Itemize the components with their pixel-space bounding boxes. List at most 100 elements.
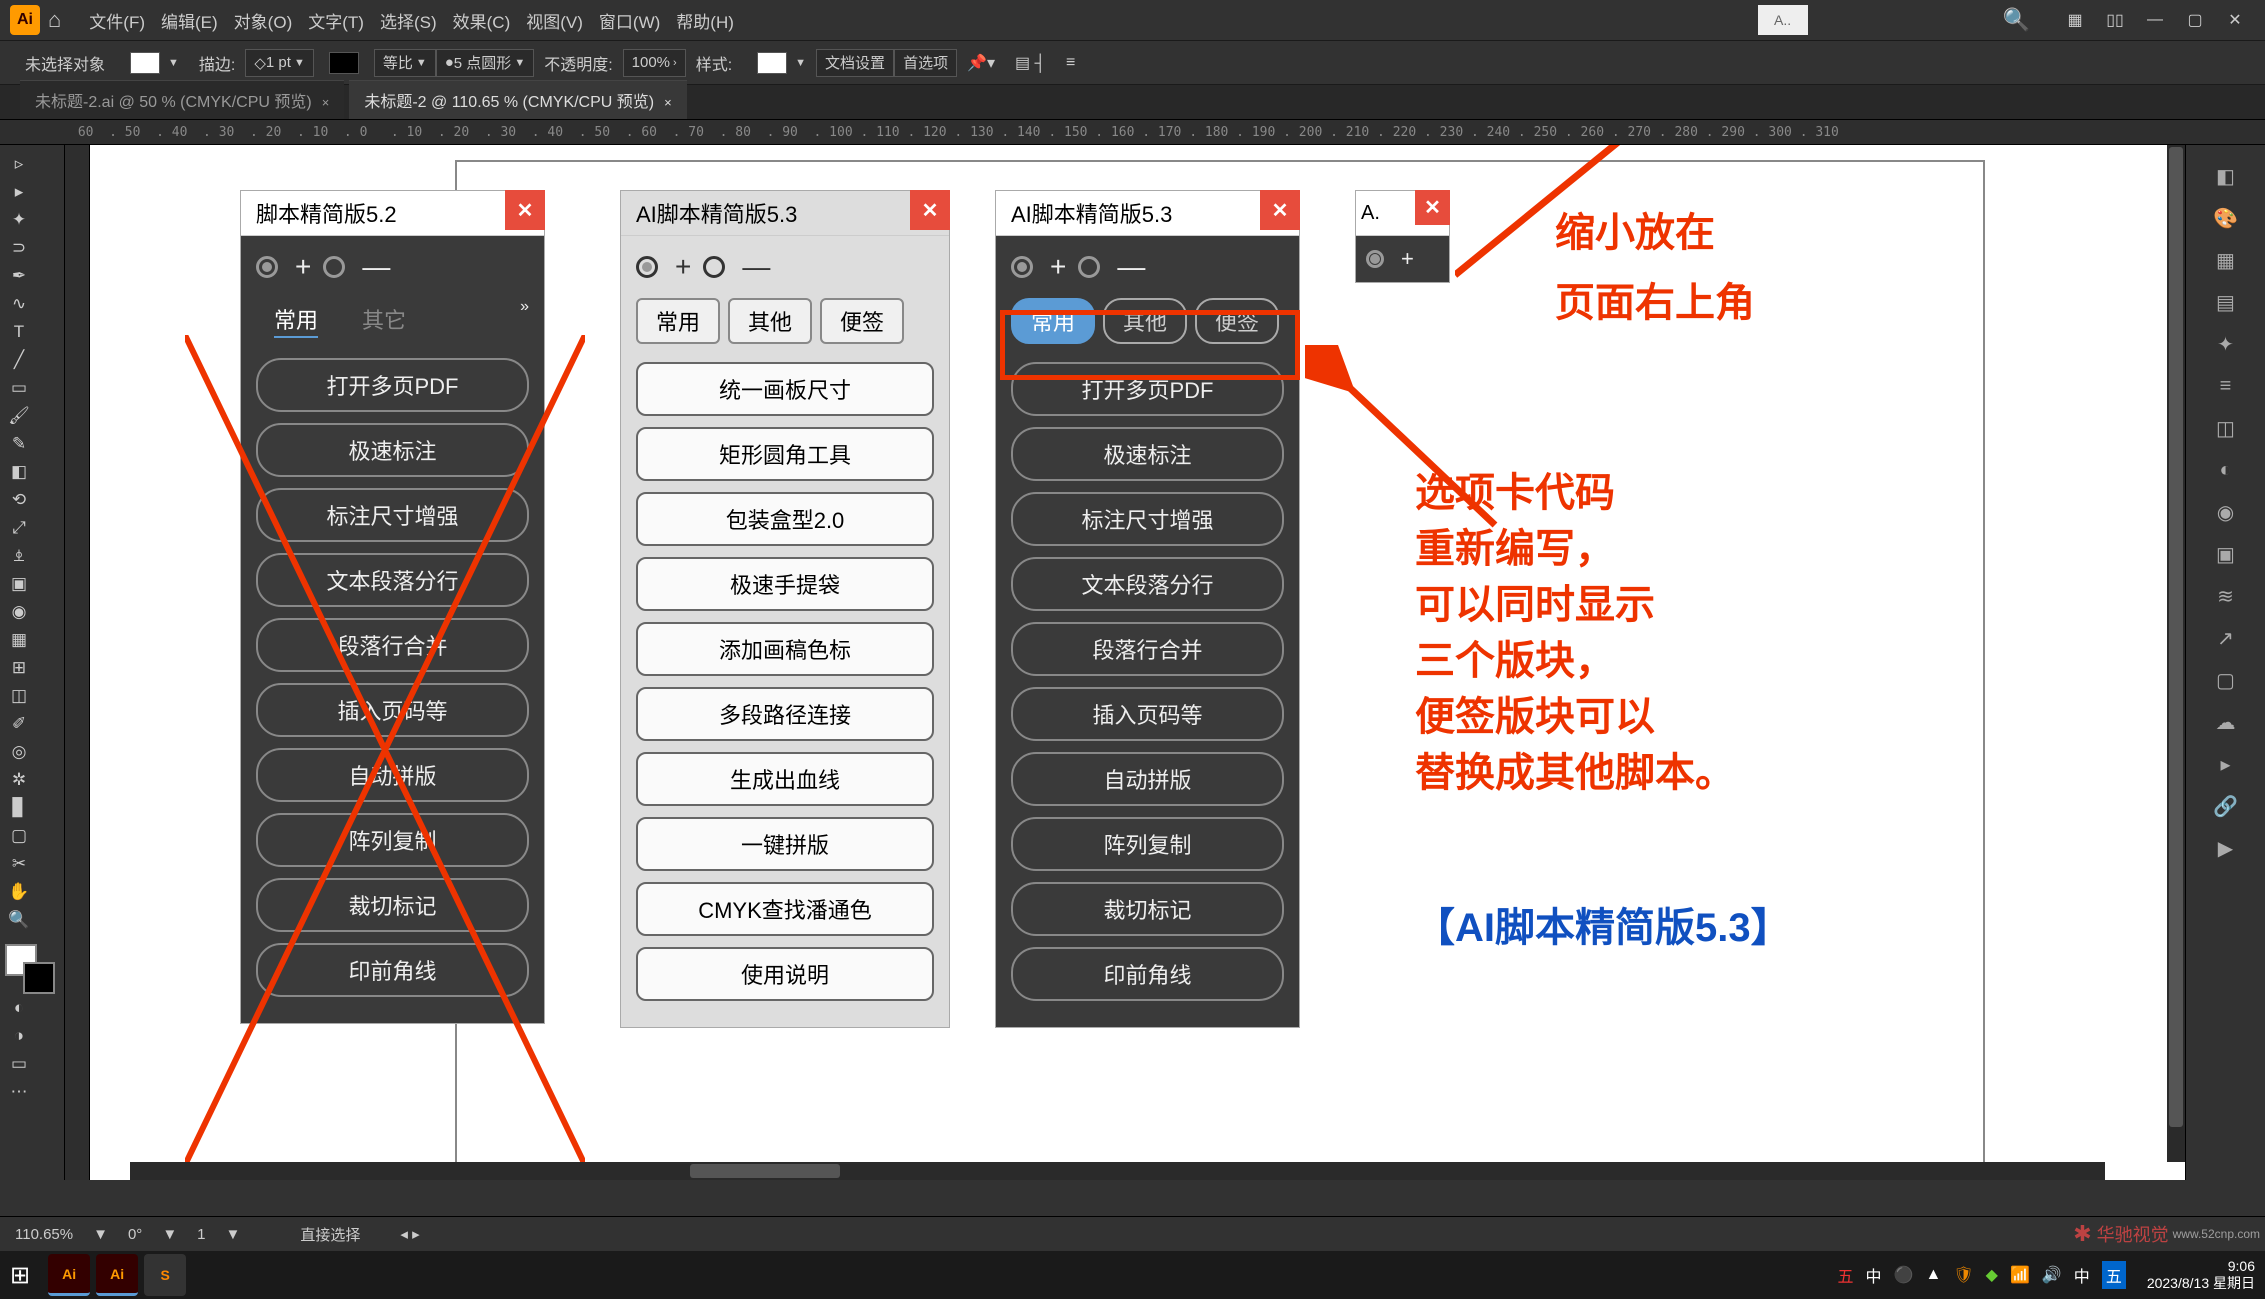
- radio-off[interactable]: [1078, 256, 1100, 278]
- workspace-button[interactable]: ▦: [2060, 5, 2090, 35]
- btn-text-split[interactable]: 文本段落分行: [256, 553, 529, 607]
- tray-icon[interactable]: 📶: [2010, 1265, 2030, 1285]
- curvature-tool[interactable]: ∿: [6, 291, 32, 317]
- btn-page-num[interactable]: 插入页码等: [256, 683, 529, 737]
- slice-tool[interactable]: ✂: [6, 851, 32, 877]
- close-icon[interactable]: ✕: [505, 190, 545, 230]
- radio-off[interactable]: [703, 256, 725, 278]
- volume-icon[interactable]: 🔊: [2042, 1265, 2062, 1285]
- taskbar-app-ai2[interactable]: Ai: [96, 1254, 138, 1296]
- btn-fast-mark[interactable]: 极速标注: [1011, 427, 1284, 481]
- direct-select-tool[interactable]: ▸: [6, 179, 32, 205]
- doc-setup-button[interactable]: 文档设置: [816, 49, 894, 77]
- mini-panel-button[interactable]: A..: [1758, 5, 1808, 35]
- menu-view[interactable]: 视图(V): [526, 8, 583, 33]
- radio-on[interactable]: [636, 256, 658, 278]
- menu-help[interactable]: 帮助(H): [676, 8, 734, 33]
- system-tray[interactable]: 五 中 ⚫ ▲ 🛡 ◆ 📶 🔊 中 五 9:06 2023/8/13 星期日: [1832, 1258, 2255, 1292]
- symbol-tool[interactable]: ✲: [6, 767, 32, 793]
- prefs-button[interactable]: 首选项: [894, 49, 957, 77]
- zoom-value[interactable]: 110.65%: [15, 1226, 73, 1243]
- tab-other[interactable]: 其他: [728, 298, 812, 344]
- tray-icon[interactable]: 🛡: [1953, 1265, 1973, 1285]
- draw-mode[interactable]: ◑: [6, 1023, 32, 1049]
- clock[interactable]: 9:06 2023/8/13 星期日: [2147, 1258, 2255, 1292]
- links-icon[interactable]: 🔗: [2209, 789, 2243, 823]
- graphic-styles-icon[interactable]: ▣: [2209, 537, 2243, 571]
- tab-other[interactable]: 其它: [344, 298, 424, 340]
- tab-notes[interactable]: 便签: [820, 298, 904, 344]
- eraser-tool[interactable]: ◧: [6, 459, 32, 485]
- btn-para-merge[interactable]: 段落行合并: [1011, 622, 1284, 676]
- swatches-icon[interactable]: ▦: [2209, 243, 2243, 277]
- btn-array-copy[interactable]: 阵列复制: [1011, 817, 1284, 871]
- width-tool[interactable]: ⍎: [6, 543, 32, 569]
- style-swatch[interactable]: [757, 52, 787, 74]
- shape-builder-tool[interactable]: ◉: [6, 599, 32, 625]
- taskbar-app-ai[interactable]: Ai: [48, 1254, 90, 1296]
- btn-auto-layout[interactable]: 自动拼版: [1011, 752, 1284, 806]
- radio-on[interactable]: [256, 256, 278, 278]
- maximize-button[interactable]: ▢: [2180, 5, 2210, 35]
- brush-tool[interactable]: 🖌: [6, 403, 32, 429]
- tab-doc2[interactable]: 未标题-2 @ 110.65 % (CMYK/CPU 预览)×: [349, 80, 686, 119]
- zoom-tool[interactable]: 🔍: [6, 907, 32, 933]
- panel-menu-icon[interactable]: ≡: [1066, 54, 1075, 72]
- rectangle-tool[interactable]: ▭: [6, 375, 32, 401]
- artboard-tool[interactable]: ▢: [6, 823, 32, 849]
- horizontal-scrollbar[interactable]: [130, 1162, 2105, 1180]
- menu-type[interactable]: 文字(T): [308, 8, 364, 33]
- btn-cmyk-pantone[interactable]: CMYK查找潘通色: [636, 882, 934, 936]
- scale-tool[interactable]: ⤢: [6, 515, 32, 541]
- graph-tool[interactable]: ▊: [6, 795, 32, 821]
- btn-auto-layout[interactable]: 自动拼版: [256, 748, 529, 802]
- eyedropper-tool[interactable]: ✐: [6, 711, 32, 737]
- magic-wand-tool[interactable]: ✦: [6, 207, 32, 233]
- windows-start[interactable]: ⊞: [10, 1261, 30, 1290]
- menu-select[interactable]: 选择(S): [380, 8, 437, 33]
- taskbar-app-other[interactable]: S: [144, 1254, 186, 1296]
- menu-effect[interactable]: 效果(C): [453, 8, 511, 33]
- btn-round-rect[interactable]: 矩形圆角工具: [636, 427, 934, 481]
- menu-edit[interactable]: 编辑(E): [161, 8, 218, 33]
- btn-array-copy[interactable]: 阵列复制: [256, 813, 529, 867]
- stroke-swatch[interactable]: [329, 52, 359, 74]
- opacity-field[interactable]: 100% ›: [623, 49, 686, 77]
- mesh-tool[interactable]: ⊞: [6, 655, 32, 681]
- brushes-icon[interactable]: ▤: [2209, 285, 2243, 319]
- screen-mode[interactable]: ▭: [6, 1051, 32, 1077]
- selection-tool[interactable]: ▹: [6, 151, 32, 177]
- btn-text-split[interactable]: 文本段落分行: [1011, 557, 1284, 611]
- close-icon[interactable]: ✕: [1415, 190, 1450, 225]
- radio-on[interactable]: [1011, 256, 1033, 278]
- pin-icon[interactable]: 📌▾: [967, 53, 995, 73]
- expand-icon[interactable]: »: [520, 298, 529, 340]
- type-tool[interactable]: T: [6, 319, 32, 345]
- align-icon[interactable]: ▤ ┤: [1015, 53, 1046, 73]
- btn-dim-mark[interactable]: 标注尺寸增强: [256, 488, 529, 542]
- btn-open-pdf[interactable]: 打开多页PDF: [256, 358, 529, 412]
- btn-one-layout[interactable]: 一键拼版: [636, 817, 934, 871]
- search-icon[interactable]: 🔍: [2003, 7, 2030, 33]
- play-icon[interactable]: ▶: [2209, 831, 2243, 865]
- fill-swatch[interactable]: [130, 52, 160, 74]
- tray-icon[interactable]: 五: [1838, 1263, 1854, 1287]
- btn-crop-mark[interactable]: 裁切标记: [256, 878, 529, 932]
- layers-icon[interactable]: ≋: [2209, 579, 2243, 613]
- btn-page-num[interactable]: 插入页码等: [1011, 687, 1284, 741]
- btn-add-swatch[interactable]: 添加画稿色标: [636, 622, 934, 676]
- vertical-scrollbar[interactable]: [2167, 145, 2185, 1162]
- btn-fast-mark[interactable]: 极速标注: [256, 423, 529, 477]
- btn-para-merge[interactable]: 段落行合并: [256, 618, 529, 672]
- artboards-icon[interactable]: ▢: [2209, 663, 2243, 697]
- blend-tool[interactable]: ◎: [6, 739, 32, 765]
- home-icon[interactable]: ⌂: [48, 7, 61, 33]
- btn-manual[interactable]: 使用说明: [636, 947, 934, 1001]
- appearance-icon[interactable]: ◉: [2209, 495, 2243, 529]
- btn-corner-line[interactable]: 印前角线: [1011, 947, 1284, 1001]
- stroke-field[interactable]: ◇ 1 pt ▼: [245, 49, 313, 77]
- gradient-tool[interactable]: ◫: [6, 683, 32, 709]
- rotate-value[interactable]: 0°: [128, 1226, 142, 1243]
- libraries-icon[interactable]: ☁: [2209, 705, 2243, 739]
- radio-off[interactable]: [323, 256, 345, 278]
